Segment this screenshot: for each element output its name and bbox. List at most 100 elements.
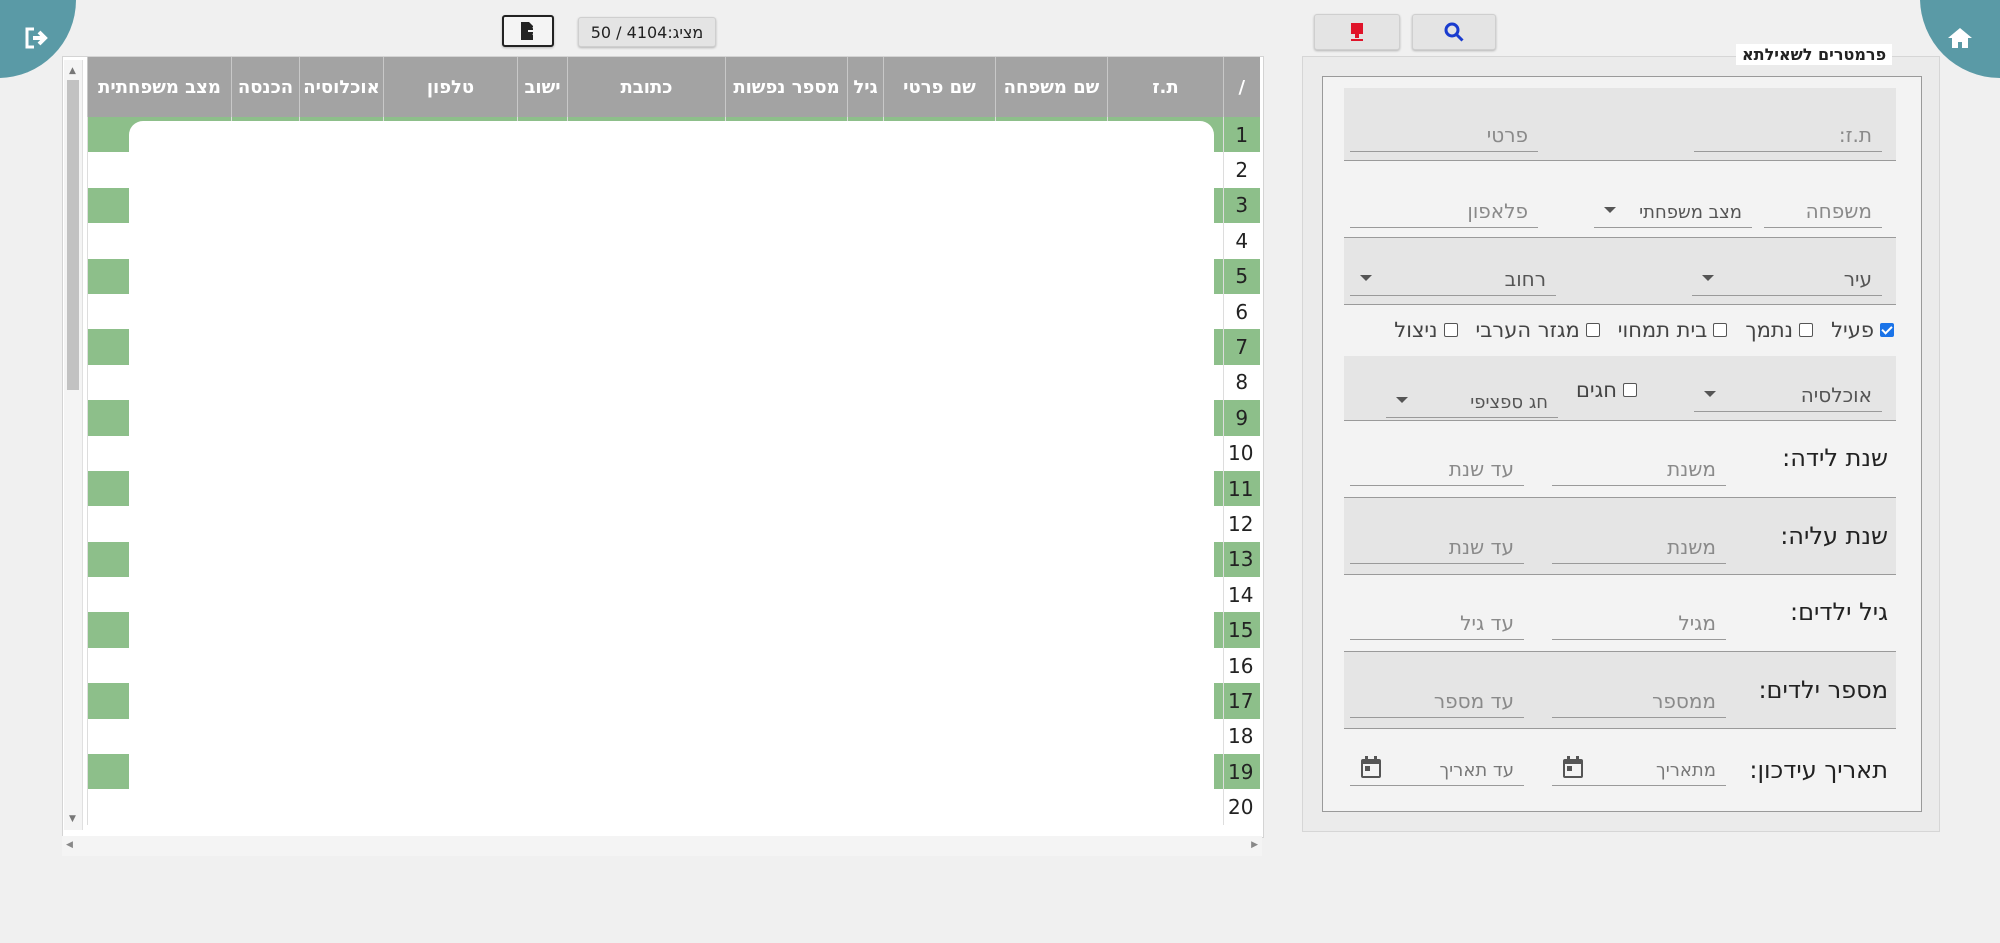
row-number: 13 [1223,541,1260,578]
kids-age-from[interactable]: מגיל [1552,594,1726,640]
kids-age-label: גיל ילדים: [1789,598,1888,626]
birth-year-to-placeholder: עד שנת [1448,457,1514,481]
checkbox-label: פעיל [1831,318,1874,342]
record-counter: מציג:4104 / 50 [578,17,716,47]
col-header-settlement[interactable]: ישוב [517,57,568,117]
city-select[interactable]: עיר [1692,252,1882,296]
calendar-icon[interactable] [1360,755,1382,779]
row-number: 1 [1223,117,1260,153]
home-icon [1948,28,1972,48]
col-header-income[interactable]: הכנסה [231,57,300,117]
family-field[interactable]: משפחה [1764,180,1882,228]
col-header-first-name[interactable]: שם פרטי [883,57,996,117]
aliya-year-from[interactable]: משנת [1552,518,1726,564]
specific-holiday-select[interactable]: חג ספציפי [1386,372,1558,418]
col-header-marital-status[interactable]: מצב משפחתית [87,57,232,117]
mobile-placeholder: פלאפון [1467,199,1528,223]
flag-checkbox[interactable]: מגזר הערבי [1476,316,1600,344]
scroll-left-arrow-icon[interactable]: ◀ [66,840,73,850]
row-number: 4 [1223,223,1260,259]
col-header-last-name[interactable]: שם משפחה [995,57,1108,117]
chevron-down-icon [1702,275,1714,281]
flag-checkbox[interactable]: ניצול [1394,316,1458,344]
kids-age-to[interactable]: עד גיל [1350,594,1524,640]
col-header-index[interactable]: / [1223,57,1260,117]
col-header-id[interactable]: ת.ז [1107,57,1224,117]
flags-row: פעיל נתמך בית תמחוי מגזר הערבי ניצול [1380,316,1894,344]
calendar-icon[interactable] [1562,755,1584,779]
row-number: 10 [1223,435,1260,471]
id-placeholder: ת.ז: [1838,123,1872,147]
scroll-right-arrow-icon[interactable]: ▶ [1251,840,1258,850]
birth-year-label: שנת לידה: [1782,444,1888,472]
holidays-checkbox[interactable]: חגים [1576,378,1638,402]
checkbox-box[interactable] [1585,323,1600,337]
kids-age-to-placeholder: עד גיל [1460,611,1514,635]
marital-status-select[interactable]: מצב משפחתי [1594,180,1752,228]
flag-checkbox[interactable]: נתמך [1745,316,1814,344]
export-file-icon [521,22,538,40]
checkbox-label: מגזר הערבי [1475,318,1580,342]
kids-count-to-placeholder: עד מספר [1433,689,1514,713]
row-number: 12 [1223,506,1260,542]
row-number: 15 [1223,612,1260,648]
checkbox-box[interactable] [1799,323,1814,337]
col-header-age[interactable]: גיל [847,57,884,117]
checkbox-label: נתמך [1745,318,1794,342]
update-date-to[interactable]: עד תאריך [1350,746,1524,786]
row-number: 11 [1223,470,1260,507]
row-number: 3 [1223,187,1260,224]
marital-status-label: מצב משפחתי [1639,202,1742,223]
results-grid: / ת.ז שם משפחה שם פרטי גיל מספר נפשות כת… [62,56,1264,838]
export-button[interactable] [502,15,554,47]
family-placeholder: משפחה [1805,199,1872,223]
search-button[interactable] [1412,14,1496,50]
query-panel-legend: פרמטרים לשאילתא [1736,44,1893,65]
chevron-down-icon [1360,275,1372,281]
population-label: אוכלסיה [1800,383,1872,407]
row-number: 2 [1223,152,1260,188]
kids-count-label: מספר ילדים: [1758,676,1888,704]
checkbox-box[interactable] [1880,323,1894,337]
id-field[interactable]: ת.ז: [1694,104,1882,152]
first-name-placeholder: פרטי [1486,123,1528,147]
specific-holiday-label: חג ספציפי [1470,392,1548,413]
row-number: 5 [1223,258,1260,294]
checkbox-box[interactable] [1443,323,1458,337]
chevron-down-icon [1396,397,1408,403]
kids-count-to[interactable]: עד מספר [1350,672,1524,718]
holidays-checkbox-box[interactable] [1623,383,1638,397]
horizontal-scrollbar[interactable]: ◀ ▶ [62,836,1262,856]
col-header-phone[interactable]: טלפון [383,57,518,117]
street-label: רחוב [1504,267,1546,291]
kids-count-from[interactable]: ממספר [1552,672,1726,718]
first-name-field[interactable]: פרטי [1350,104,1538,152]
aliya-year-to-placeholder: עד שנת [1448,535,1514,559]
flag-checkbox[interactable]: בית תמחוי [1618,316,1728,344]
update-date-from[interactable]: מתאריך [1552,746,1726,786]
birth-year-from-placeholder: משנת [1667,457,1716,481]
row-number: 20 [1223,789,1260,825]
holidays-label: חגים [1576,378,1618,402]
aliya-year-to[interactable]: עד שנת [1350,518,1524,564]
checkbox-label: ניצול [1394,318,1438,342]
scroll-up-arrow-icon[interactable]: ▲ [69,66,76,76]
col-header-address[interactable]: כתובת [567,57,726,117]
col-header-population[interactable]: אוכלוסיה [299,57,384,117]
col-header-household-size[interactable]: מספר נפשות [725,57,848,117]
logout-icon [25,27,48,49]
flag-checkbox[interactable]: פעיל [1831,316,1894,344]
vertical-scroll-thumb[interactable] [67,80,79,390]
street-select[interactable]: רחוב [1350,252,1556,296]
aliya-year-from-placeholder: משנת [1667,535,1716,559]
clear-button[interactable] [1314,14,1400,50]
scroll-down-arrow-icon[interactable]: ▼ [69,814,76,824]
population-select[interactable]: אוכלסיה [1694,368,1882,412]
checkbox-box[interactable] [1713,323,1728,337]
mobile-field[interactable]: פלאפון [1350,180,1538,228]
birth-year-to[interactable]: עד שנת [1350,440,1524,486]
row-number: 7 [1223,329,1260,365]
aliya-year-label: שנת עליה: [1780,522,1888,550]
birth-year-from[interactable]: משנת [1552,440,1726,486]
update-date-label: תאריך עידכון: [1749,756,1888,784]
